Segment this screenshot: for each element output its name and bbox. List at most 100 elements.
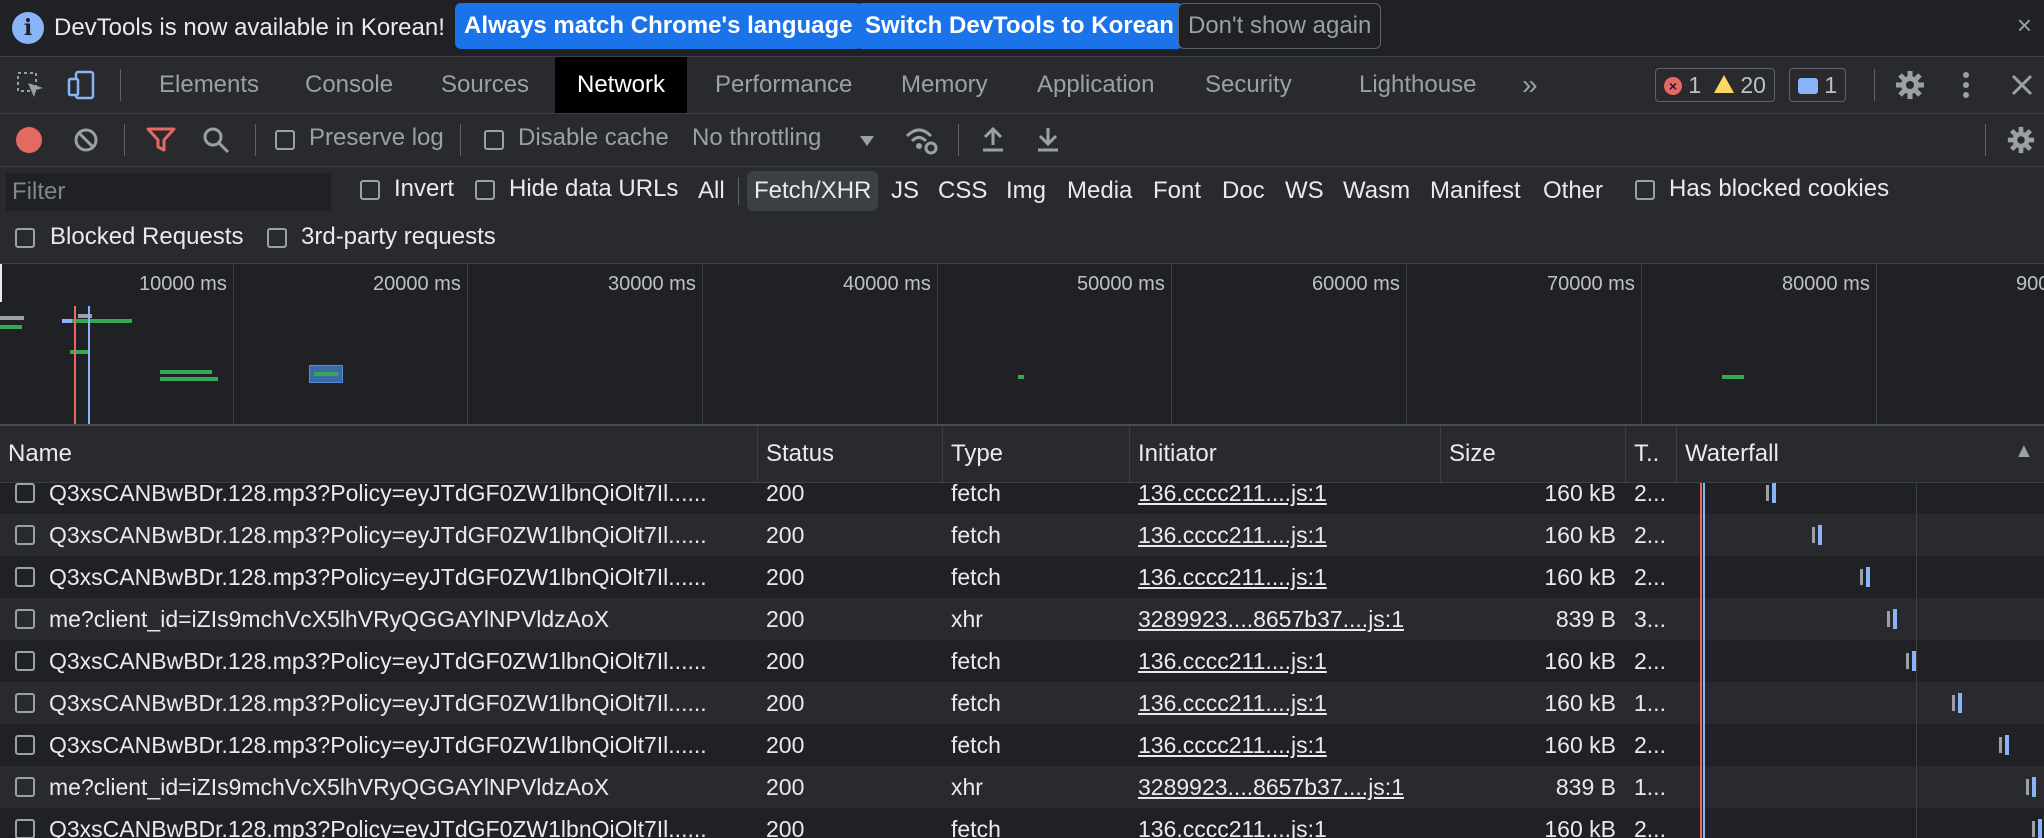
export-har-icon[interactable]	[1035, 125, 1061, 153]
disable-cache-checkbox[interactable]	[484, 130, 504, 150]
clear-icon[interactable]	[73, 127, 99, 153]
row-checkbox[interactable]	[15, 693, 35, 713]
close-icon[interactable]	[2010, 73, 2034, 97]
device-toolbar-icon[interactable]	[66, 69, 98, 101]
filter-type-css[interactable]: CSS	[931, 171, 994, 211]
network-overview[interactable]: 10000 ms 20000 ms 30000 ms 40000 ms 5000…	[0, 264, 2044, 426]
row-checkbox[interactable]	[15, 819, 35, 838]
row-checkbox[interactable]	[15, 525, 35, 545]
request-time: 1...	[1634, 690, 1666, 716]
request-initiator-link[interactable]: 136.cccc211....js:1	[1138, 724, 1433, 766]
always-match-language-button[interactable]: Always match Chrome's language	[455, 3, 862, 49]
infobar-close-icon[interactable]: ×	[2017, 10, 2032, 41]
has-blocked-cookies-checkbox[interactable]	[1635, 180, 1655, 200]
waterfall-bar	[2038, 819, 2042, 838]
kebab-menu-icon[interactable]	[1956, 69, 1976, 101]
filter-type-all[interactable]: All	[691, 171, 732, 211]
table-row[interactable]: me?client_id=iZIs9mchVcX5lhVRyQGGAYlNPVl…	[0, 598, 2044, 640]
search-icon[interactable]	[202, 126, 230, 154]
preserve-log-checkbox[interactable]	[275, 130, 295, 150]
network-settings-gear-icon[interactable]	[2006, 125, 2036, 155]
row-checkbox[interactable]	[15, 735, 35, 755]
request-initiator-link[interactable]: 3289923....8657b37....js:1	[1138, 598, 1433, 640]
record-icon[interactable]	[16, 127, 42, 153]
table-row[interactable]: Q3xsCANBwBDr.128.mp3?Policy=eyJTdGF0ZW1l…	[0, 556, 2044, 598]
filter-type-doc[interactable]: Doc	[1215, 171, 1272, 211]
issues-counter[interactable]: × 1 20	[1655, 68, 1775, 102]
column-header-status[interactable]: Status	[758, 426, 942, 482]
messages-counter[interactable]: 1	[1789, 68, 1847, 102]
sort-ascending-icon[interactable]: ▲	[2014, 440, 2034, 463]
blocked-requests-label: Blocked Requests	[50, 223, 244, 250]
tab-security[interactable]: Security	[1183, 57, 1314, 113]
row-checkbox[interactable]	[15, 567, 35, 587]
column-header-size[interactable]: Size	[1441, 426, 1625, 482]
request-initiator-link[interactable]: 136.cccc211....js:1	[1138, 556, 1433, 598]
row-checkbox[interactable]	[15, 609, 35, 629]
tab-elements[interactable]: Elements	[137, 57, 281, 113]
column-header-type[interactable]: Type	[943, 426, 1129, 482]
invert-checkbox[interactable]	[360, 180, 380, 200]
blocked-requests-checkbox[interactable]	[15, 228, 35, 248]
table-row[interactable]: Q3xsCANBwBDr.128.mp3?Policy=eyJTdGF0ZW1l…	[0, 682, 2044, 724]
filter-type-manifest[interactable]: Manifest	[1423, 171, 1528, 211]
filter-type-wasm[interactable]: Wasm	[1336, 171, 1417, 211]
filter-type-font[interactable]: Font	[1146, 171, 1208, 211]
network-toolbar: Preserve log Disable cache No throttling	[0, 114, 2044, 167]
hide-data-urls-checkbox[interactable]	[475, 180, 495, 200]
filter-type-media[interactable]: Media	[1060, 171, 1139, 211]
import-har-icon[interactable]	[980, 125, 1006, 153]
error-count: 1	[1688, 72, 1702, 98]
column-header-initiator[interactable]: Initiator	[1130, 426, 1440, 482]
column-header-time[interactable]: T..	[1626, 426, 1675, 482]
waterfall-bar	[1958, 693, 1962, 713]
request-time: 2...	[1634, 483, 1666, 506]
tab-memory[interactable]: Memory	[879, 57, 1010, 113]
network-conditions-icon[interactable]	[904, 124, 938, 156]
filter-bar: Invert Hide data URLs All Fetch/XHR JS C…	[0, 167, 2044, 264]
waterfall-queue-bar	[1906, 653, 1909, 669]
request-initiator-link[interactable]: 136.cccc211....js:1	[1138, 682, 1433, 724]
filter-type-fetch-xhr[interactable]: Fetch/XHR	[747, 171, 879, 211]
request-initiator-link[interactable]: 136.cccc211....js:1	[1138, 808, 1433, 838]
tab-lighthouse[interactable]: Lighthouse	[1337, 57, 1498, 113]
tab-sources[interactable]: Sources	[419, 57, 551, 113]
throttling-select[interactable]: No throttling	[692, 122, 882, 158]
column-header-waterfall[interactable]: Waterfall	[1677, 426, 2007, 482]
filter-type-other[interactable]: Other	[1536, 171, 1610, 211]
row-checkbox[interactable]	[15, 777, 35, 797]
table-row[interactable]: Q3xsCANBwBDr.128.mp3?Policy=eyJTdGF0ZW1l…	[0, 514, 2044, 556]
table-row[interactable]: me?client_id=iZIs9mchVcX5lhVRyQGGAYlNPVl…	[0, 766, 2044, 808]
column-header-name[interactable]: Name	[0, 426, 757, 482]
filter-type-img[interactable]: Img	[999, 171, 1053, 211]
request-initiator-link[interactable]: 136.cccc211....js:1	[1138, 514, 1433, 556]
tab-network[interactable]: Network	[555, 57, 688, 113]
filter-input[interactable]	[6, 173, 331, 211]
request-initiator-link[interactable]: 136.cccc211....js:1	[1138, 640, 1433, 682]
inspect-element-icon[interactable]	[16, 71, 46, 101]
table-row[interactable]: Q3xsCANBwBDr.128.mp3?Policy=eyJTdGF0ZW1l…	[0, 640, 2044, 682]
dont-show-again-button[interactable]: Don't show again	[1178, 3, 1382, 49]
table-row[interactable]: Q3xsCANBwBDr.128.mp3?Policy=eyJTdGF0ZW1l…	[0, 483, 2044, 514]
waterfall-bar	[2032, 777, 2036, 797]
filter-type-ws[interactable]: WS	[1278, 171, 1331, 211]
tab-performance[interactable]: Performance	[693, 57, 874, 113]
tab-application[interactable]: Application	[1015, 57, 1176, 113]
request-initiator-link[interactable]: 136.cccc211....js:1	[1138, 483, 1433, 514]
row-checkbox[interactable]	[15, 483, 35, 503]
filter-type-js[interactable]: JS	[884, 171, 926, 211]
overview-tick-label: 60000 ms	[1312, 273, 1400, 295]
request-initiator-link[interactable]: 3289923....8657b37....js:1	[1138, 766, 1433, 808]
more-tabs-icon[interactable]: »	[1500, 57, 1560, 113]
gear-icon[interactable]	[1894, 69, 1926, 101]
toolbar-divider	[1874, 69, 1875, 101]
switch-to-korean-button[interactable]: Switch DevTools to Korean	[856, 3, 1183, 49]
filter-icon[interactable]	[146, 127, 176, 153]
table-row[interactable]: Q3xsCANBwBDr.128.mp3?Policy=eyJTdGF0ZW1l…	[0, 808, 2044, 838]
toolbar-divider	[958, 124, 959, 156]
tab-console[interactable]: Console	[283, 57, 415, 113]
row-checkbox[interactable]	[15, 651, 35, 671]
table-row[interactable]: Q3xsCANBwBDr.128.mp3?Policy=eyJTdGF0ZW1l…	[0, 724, 2044, 766]
overview-gridline	[1876, 264, 1877, 424]
third-party-requests-checkbox[interactable]	[267, 228, 287, 248]
